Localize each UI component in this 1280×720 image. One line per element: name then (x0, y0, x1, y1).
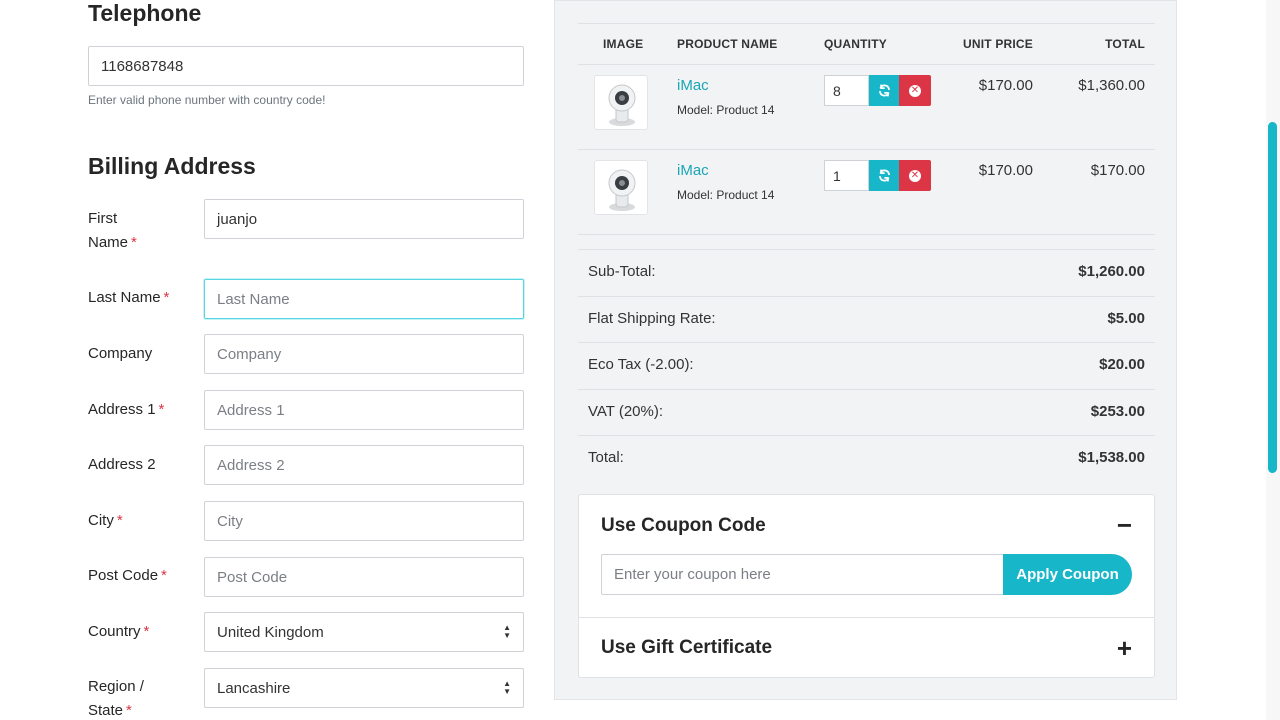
address-2-label: Address 2 (88, 456, 156, 473)
quantity-input[interactable]: 8 (824, 75, 869, 106)
product-name-link[interactable]: iMac (677, 77, 709, 94)
city-input[interactable]: City (204, 501, 524, 541)
expand-plus-icon[interactable]: + (1117, 635, 1132, 661)
company-input[interactable]: Company (204, 334, 524, 374)
totals-label: Eco Tax (-2.00): (588, 356, 694, 373)
telephone-title: Telephone (88, 0, 202, 26)
cart-table: IMAGE PRODUCT NAME QUANTITY UNIT PRICE T… (578, 23, 1155, 483)
region-select-value: Lancashire (217, 679, 291, 697)
address-1-label: Address 1 * (88, 401, 165, 418)
refresh-icon (878, 84, 890, 97)
webcam-product-image[interactable] (594, 160, 648, 215)
quantity-group: 1 ✕ (824, 160, 931, 191)
product-model: Model: Product 14 (677, 103, 775, 117)
totals-value: $1,538.00 (1078, 449, 1145, 466)
unit-price: $170.00 (978, 77, 1033, 94)
header-total: TOTAL (1105, 37, 1145, 51)
collapse-minus-icon[interactable]: − (1117, 512, 1132, 538)
webcam-product-image[interactable] (594, 75, 648, 130)
header-unit-price: UNIT PRICE (962, 37, 1033, 51)
country-select[interactable]: United Kingdom ▲ ▼ (204, 612, 524, 652)
remove-icon: ✕ (909, 84, 921, 97)
subtotal-row: Sub-Total: $1,260.00 (578, 250, 1155, 297)
cart-row: iMac Model: Product 14 8 ✕ $170.00 $1,36… (578, 65, 1155, 150)
quantity-group: 8 ✕ (824, 75, 931, 106)
post-code-input[interactable]: Post Code (204, 557, 524, 597)
grand-total-row: Total: $1,538.00 (578, 436, 1155, 483)
select-arrows-icon: ▲ ▼ (503, 623, 511, 640)
scrollbar-thumb[interactable] (1268, 122, 1277, 473)
totals-value: $20.00 (1099, 356, 1145, 373)
eco-tax-row: Eco Tax (-2.00): $20.00 (578, 343, 1155, 390)
totals-value: $5.00 (1107, 309, 1145, 327)
last-name-label: Last Name * (88, 289, 170, 306)
update-quantity-button[interactable] (869, 160, 899, 191)
vat-row: VAT (20%): $253.00 (578, 390, 1155, 436)
refresh-icon (878, 169, 890, 182)
accordion-divider (579, 617, 1154, 618)
post-code-label: Post Code * (88, 567, 167, 584)
address-1-input[interactable]: Address 1 (204, 390, 524, 430)
totals-label: Total: (588, 449, 624, 466)
header-quantity: QUANTITY (824, 37, 887, 51)
totals-label: Sub-Total: (588, 263, 656, 280)
address-2-input[interactable]: Address 2 (204, 445, 524, 485)
line-total: $170.00 (1090, 162, 1145, 179)
totals-label: VAT (20%): (588, 402, 664, 420)
update-quantity-button[interactable] (869, 75, 899, 106)
header-product-name: PRODUCT NAME (677, 37, 778, 51)
discount-accordion: Use Coupon Code − Enter your coupon here… (578, 494, 1155, 678)
remove-icon: ✕ (909, 169, 921, 182)
totals-label: Flat Shipping Rate: (588, 309, 716, 327)
apply-coupon-button[interactable]: Apply Coupon (1003, 554, 1132, 595)
company-label: Company (88, 345, 153, 362)
telephone-help-text: Enter valid phone number with country co… (88, 93, 326, 107)
last-name-input[interactable]: Last Name (204, 279, 524, 319)
unit-price: $170.00 (978, 162, 1033, 179)
product-model: Model: Product 14 (677, 188, 775, 202)
quantity-input[interactable]: 1 (824, 160, 869, 191)
select-arrows-icon: ▲ ▼ (503, 679, 511, 696)
telephone-input[interactable]: 1168687848 (88, 46, 524, 86)
city-label: City * (88, 512, 123, 529)
coupon-section-title[interactable]: Use Coupon Code (601, 515, 766, 537)
order-totals: Sub-Total: $1,260.00 Flat Shipping Rate:… (578, 249, 1155, 483)
first-name-input[interactable]: juanjo (204, 199, 524, 239)
header-image: IMAGE (603, 37, 644, 51)
cart-table-header: IMAGE PRODUCT NAME QUANTITY UNIT PRICE T… (578, 23, 1155, 65)
page-scrollbar[interactable] (1266, 0, 1280, 720)
billing-address-title: Billing Address (88, 153, 256, 179)
shipping-row: Flat Shipping Rate: $5.00 (578, 297, 1155, 343)
remove-item-button[interactable]: ✕ (899, 75, 931, 106)
country-label: Country * (88, 623, 150, 640)
totals-value: $253.00 (1090, 402, 1145, 420)
order-summary-panel: IMAGE PRODUCT NAME QUANTITY UNIT PRICE T… (554, 0, 1177, 700)
totals-value: $1,260.00 (1078, 263, 1145, 280)
coupon-form: Enter your coupon here Apply Coupon (601, 554, 1132, 595)
line-total: $1,360.00 (1078, 77, 1145, 94)
cart-row: iMac Model: Product 14 1 ✕ $170.00 $170.… (578, 150, 1155, 235)
first-name-label: First Name * (88, 210, 137, 251)
gift-certificate-title[interactable]: Use Gift Certificate (601, 637, 772, 659)
country-select-value: United Kingdom (217, 623, 324, 641)
region-label: Region / State * (88, 678, 144, 719)
coupon-input[interactable]: Enter your coupon here (601, 554, 1003, 595)
region-select[interactable]: Lancashire ▲ ▼ (204, 668, 524, 708)
remove-item-button[interactable]: ✕ (899, 160, 931, 191)
product-name-link[interactable]: iMac (677, 162, 709, 179)
